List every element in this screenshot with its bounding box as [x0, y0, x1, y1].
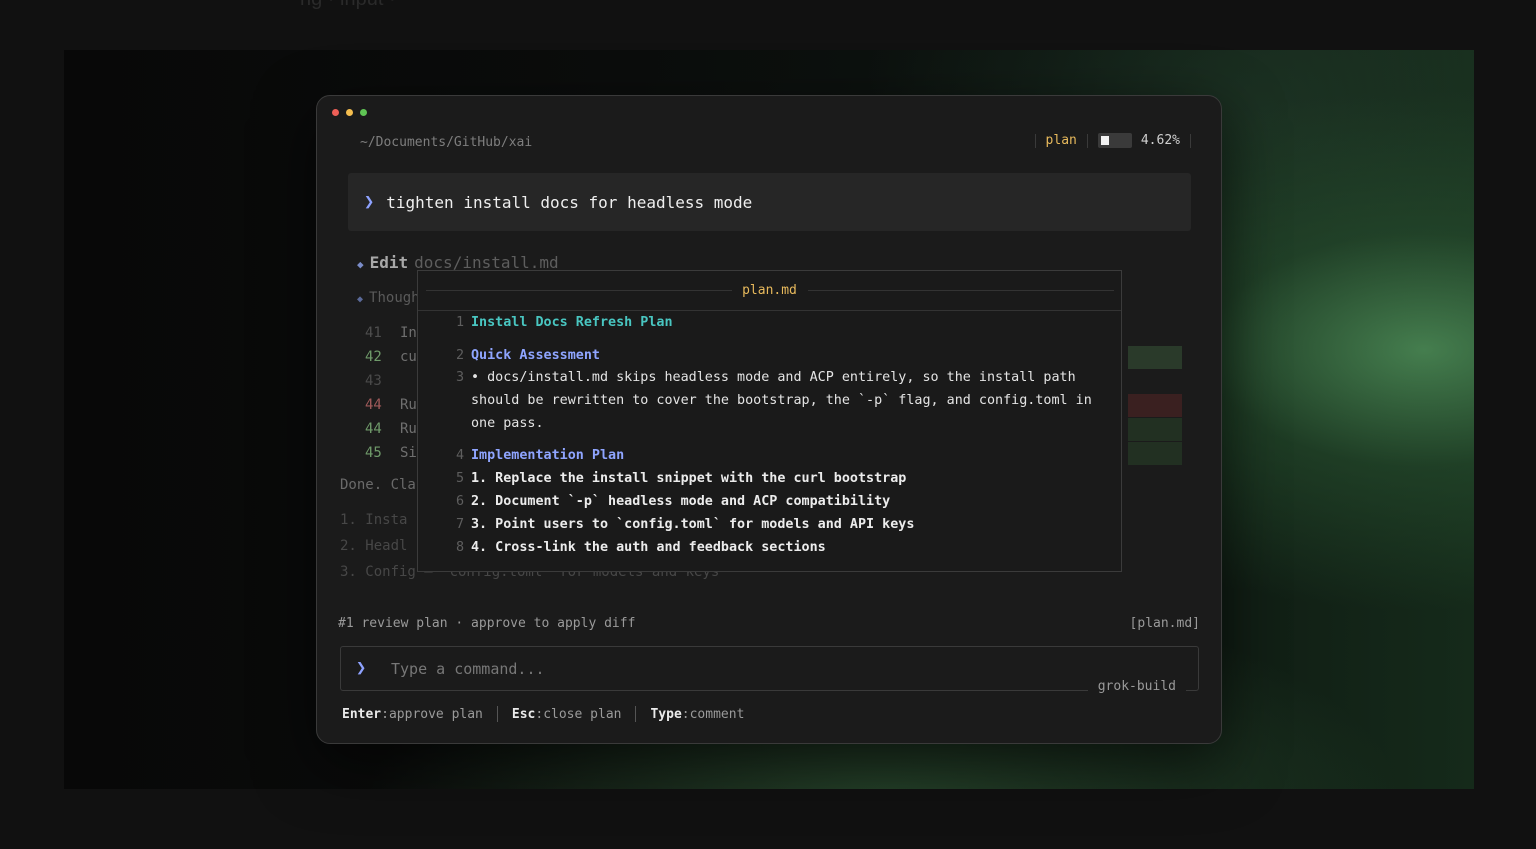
diff-highlight: [1128, 442, 1182, 465]
diff-line-text: Si: [400, 445, 417, 461]
diff-line-number: 44: [365, 397, 382, 413]
hint-description: :comment: [681, 706, 745, 722]
page-caption: ng · input ·: [300, 0, 620, 12]
diff-highlight: [1128, 346, 1182, 369]
summary-item: 2. Headl: [340, 538, 408, 554]
context-usage-fill: [1100, 136, 1109, 145]
context-usage-meter: [1097, 133, 1132, 148]
plan-line-number: 5: [455, 471, 464, 486]
hint-comment: Type:comment: [650, 707, 744, 722]
hint-key: Enter: [342, 706, 382, 722]
diff-line-text: Ru: [400, 397, 417, 413]
status-divider: [1034, 133, 1036, 148]
chevron-right-icon: ❯: [356, 658, 367, 678]
plan-review-status: #1 review plan · approve to apply diff: [338, 616, 636, 631]
plan-line-number: 8: [455, 540, 464, 555]
command-input[interactable]: [391, 658, 891, 680]
diff-line-number: 43: [365, 373, 382, 389]
working-directory: ~/Documents/GitHub/xai: [360, 135, 533, 150]
plan-subheading: Implementation Plan: [471, 448, 625, 463]
plan-line-number: 2: [455, 348, 464, 363]
plan-step: 1. Replace the install snippet with the …: [471, 471, 907, 486]
diff-highlight: [1128, 418, 1182, 441]
header-rule: [808, 290, 1114, 291]
diff-line-text: In: [400, 325, 417, 341]
hint-divider: [496, 706, 498, 722]
plan-overlay-header: plan.md: [418, 271, 1121, 311]
command-box[interactable]: ❯ grok-build: [340, 646, 1199, 694]
plan-paragraph: • docs/install.md skips headless mode an…: [471, 370, 1100, 431]
diff-line-text: cu: [400, 349, 417, 365]
chevron-right-icon: ❯: [364, 192, 375, 212]
keyboard-hints: Enter:approve plan Esc:close plan Type:c…: [342, 706, 744, 722]
status-bar: plan 4.62%: [1025, 133, 1201, 148]
open-plan-file-link[interactable]: [plan.md]: [1130, 616, 1200, 631]
plan-subheading: Quick Assessment: [471, 348, 600, 363]
plan-step: 4. Cross-link the auth and feedback sect…: [471, 540, 826, 555]
edit-keyword: Edit: [369, 253, 409, 272]
done-message: Done. Cla: [340, 477, 416, 493]
hint-description: :close plan: [535, 706, 622, 722]
context-usage-percent: 4.62%: [1140, 133, 1180, 148]
diff-highlight: [1128, 394, 1182, 417]
hint-key: Type: [650, 706, 682, 722]
status-divider: [1190, 133, 1191, 148]
hint-description: :approve plan: [381, 706, 483, 722]
summary-item: 1. Insta: [340, 512, 408, 528]
diff-line-number: 44: [365, 421, 382, 437]
plan-step: 3. Point users to `config.toml` for mode…: [471, 517, 915, 532]
terminal-window: ~/Documents/GitHub/xai plan 4.62% ❯ tigh…: [316, 95, 1222, 744]
agent-name-label: grok-build: [1087, 679, 1186, 694]
hint-key: Esc: [511, 706, 536, 722]
plan-line-number: 7: [455, 517, 464, 532]
mode-indicator: plan: [1045, 133, 1077, 148]
user-prompt: ❯ tighten install docs for headless mode: [348, 173, 1191, 231]
diamond-icon: ◆: [357, 294, 364, 305]
plan-overlay[interactable]: plan.md 1 Install Docs Refresh Plan 2 Qu…: [417, 270, 1122, 572]
diff-line-number: 45: [365, 445, 382, 461]
diff-line-number: 42: [365, 349, 382, 365]
plan-line-number: 6: [455, 494, 464, 509]
plan-step: 2. Document `-p` headless mode and ACP c…: [471, 494, 891, 509]
plan-line-number: 3: [455, 370, 464, 385]
close-window-button[interactable]: [332, 109, 339, 116]
hint-divider: [635, 706, 637, 722]
plan-line-number: 4: [455, 448, 464, 463]
plan-heading: Install Docs Refresh Plan: [471, 315, 673, 330]
status-divider: [1086, 133, 1088, 148]
hint-approve: Enter:approve plan: [342, 707, 483, 722]
hint-close: Esc:close plan: [512, 707, 622, 722]
minimize-window-button[interactable]: [346, 109, 353, 116]
diff-line-number: 41: [365, 325, 382, 341]
diff-line-text: Ru: [400, 421, 417, 437]
window-controls: [332, 109, 367, 116]
plan-line-number: 1: [455, 315, 464, 330]
diamond-icon: ◆: [357, 258, 364, 271]
user-prompt-text: tighten install docs for headless mode: [386, 192, 753, 212]
zoom-window-button[interactable]: [360, 109, 367, 116]
